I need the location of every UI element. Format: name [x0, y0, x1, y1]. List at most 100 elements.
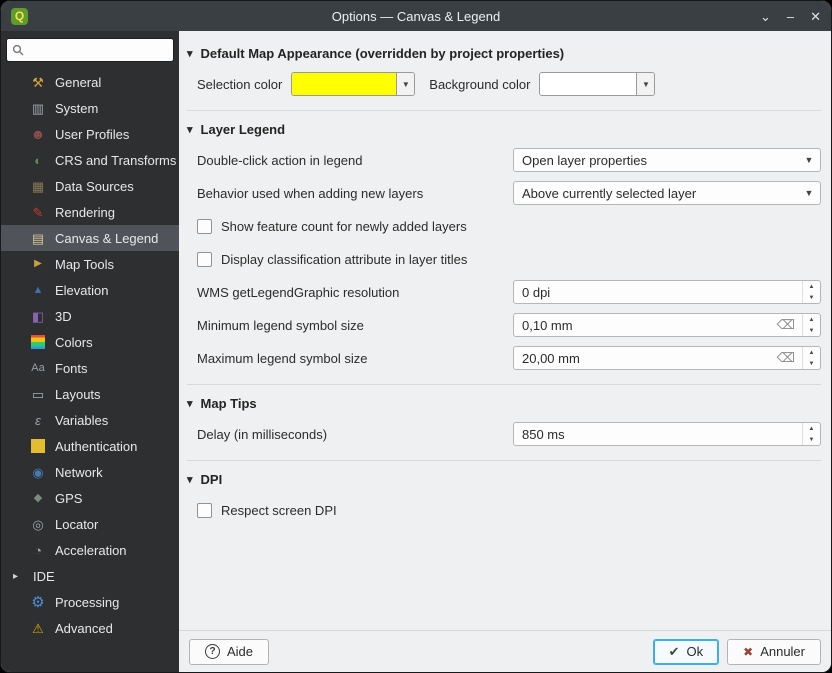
feature-count-label: Show feature count for newly added layer…	[221, 218, 467, 234]
spin-down-icon[interactable]: ▼	[803, 292, 820, 303]
section-default-map-appearance: ▾ Default Map Appearance (overridden by …	[187, 35, 821, 110]
add-layer-behavior-combobox[interactable]: Above currently selected layer ▼	[513, 181, 821, 205]
sidebar-item-map-tools[interactable]: Map Tools	[1, 251, 179, 277]
chevron-down-icon[interactable]: ▼	[396, 73, 415, 95]
spin-down-icon[interactable]: ▼	[803, 358, 820, 369]
chevron-down-icon: ▼	[804, 188, 814, 198]
elevation-icon	[29, 281, 47, 299]
close-icon[interactable]: ✕	[810, 10, 821, 23]
sidebar-item-fonts[interactable]: Fonts	[1, 355, 179, 381]
sidebar-item-3d[interactable]: 3D	[1, 303, 179, 329]
gear-icon	[29, 593, 47, 611]
titlebar[interactable]: Q Options — Canvas & Legend ⌄ – ✕	[1, 1, 831, 31]
collapse-arrow-icon[interactable]: ▾	[187, 123, 193, 136]
background-color-label: Background color	[429, 76, 531, 92]
sidebar-item-variables[interactable]: Variables	[1, 407, 179, 433]
collapse-arrow-icon[interactable]: ▾	[187, 47, 193, 60]
spin-down-icon[interactable]: ▼	[803, 434, 820, 445]
sidebar-item-ide[interactable]: ▸ IDE	[1, 563, 179, 589]
classification-attribute-checkbox[interactable]	[197, 251, 212, 267]
spin-up-icon[interactable]: ▲	[803, 347, 820, 358]
check-icon: ✔	[668, 643, 680, 659]
sidebar-item-authentication[interactable]: Authentication	[1, 433, 179, 459]
spin-down-icon[interactable]: ▼	[803, 325, 820, 336]
wms-resolution-label: WMS getLegendGraphic resolution	[197, 284, 400, 300]
selection-color-label: Selection color	[197, 76, 283, 92]
section-map-tips: ▾ Map Tips Delay (in milliseconds) 850 m…	[187, 384, 821, 460]
selection-color-swatch[interactable]	[292, 73, 397, 95]
sidebar-item-rendering[interactable]: Rendering	[1, 199, 179, 225]
globe-crs-icon	[29, 151, 47, 169]
clear-icon[interactable]: ⌫	[770, 350, 802, 366]
sidebar-item-colors[interactable]: Colors	[1, 329, 179, 355]
search-icon	[12, 44, 24, 56]
collapse-arrow-icon[interactable]: ▾	[187, 397, 193, 410]
user-icon	[29, 125, 47, 143]
spin-up-icon[interactable]: ▲	[803, 423, 820, 434]
sidebar-item-network[interactable]: Network	[1, 459, 179, 485]
sidebar-search[interactable]	[6, 38, 174, 62]
feature-count-checkbox[interactable]	[197, 218, 212, 234]
sidebar-item-advanced[interactable]: Advanced	[1, 615, 179, 641]
selection-color-button[interactable]: ▼	[291, 72, 416, 96]
map-tools-icon	[29, 255, 47, 273]
wms-resolution-spinbox[interactable]: 0 dpi ▲ ▼	[513, 280, 821, 304]
sidebar-item-processing[interactable]: Processing	[1, 589, 179, 615]
section-header-appearance[interactable]: ▾ Default Map Appearance (overridden by …	[187, 42, 821, 72]
system-icon	[29, 99, 47, 117]
help-button[interactable]: ? Aide	[189, 638, 270, 665]
min-symbol-size-spinbox[interactable]: 0,10 mm ⌫ ▲ ▼	[513, 313, 821, 337]
cancel-button[interactable]: ✖ Annuler	[727, 638, 821, 665]
epsilon-icon	[29, 411, 47, 429]
sidebar-item-locator[interactable]: Locator	[1, 511, 179, 537]
chevron-down-icon[interactable]: ▼	[636, 73, 655, 95]
sidebar-item-crs-transforms[interactable]: CRS and Transforms	[1, 147, 179, 173]
sidebar-item-user-profiles[interactable]: User Profiles	[1, 121, 179, 147]
settings-list: General System User Profiles CRS and Tra…	[1, 69, 179, 672]
section-header-dpi[interactable]: ▾ DPI	[187, 468, 821, 498]
dialog-button-box: ? Aide ✔ Ok ✖ Annuler	[179, 630, 831, 672]
wrench-icon	[29, 73, 47, 91]
sidebar-item-general[interactable]: General	[1, 69, 179, 95]
ok-button[interactable]: ✔ Ok	[652, 638, 720, 665]
min-symbol-size-label: Minimum legend symbol size	[197, 317, 364, 333]
max-symbol-size-spinbox[interactable]: 20,00 mm ⌫ ▲ ▼	[513, 346, 821, 370]
double-click-action-label: Double-click action in legend	[197, 152, 363, 168]
sidebar-item-elevation[interactable]: Elevation	[1, 277, 179, 303]
maptip-delay-spinbox[interactable]: 850 ms ▲ ▼	[513, 422, 821, 446]
paintbrush-icon	[29, 203, 47, 221]
spin-up-icon[interactable]: ▲	[803, 281, 820, 292]
sidebar-item-data-sources[interactable]: Data Sources	[1, 173, 179, 199]
expand-arrow-icon[interactable]: ▸	[13, 571, 25, 582]
window-title: Options — Canvas & Legend	[331, 8, 501, 24]
search-input[interactable]	[28, 42, 168, 58]
section-header-layer-legend[interactable]: ▾ Layer Legend	[187, 118, 821, 148]
background-color-swatch[interactable]	[540, 73, 637, 95]
background-color-button[interactable]: ▼	[539, 72, 656, 96]
collapse-arrow-icon[interactable]: ▾	[187, 473, 193, 486]
classification-attribute-label: Display classification attribute in laye…	[221, 251, 468, 267]
map-legend-icon	[29, 229, 47, 247]
cube-3d-icon	[29, 307, 47, 325]
respect-screen-dpi-label: Respect screen DPI	[221, 502, 337, 518]
fonts-icon	[29, 359, 47, 377]
section-dpi: ▾ DPI Respect screen DPI	[187, 460, 821, 536]
lock-icon	[29, 437, 47, 455]
sidebar-item-gps[interactable]: GPS	[1, 485, 179, 511]
minimize-icon[interactable]: –	[787, 10, 794, 23]
qgis-logo: Q	[11, 7, 28, 25]
sidebar-item-system[interactable]: System	[1, 95, 179, 121]
gps-icon	[29, 489, 47, 507]
spin-up-icon[interactable]: ▲	[803, 314, 820, 325]
database-icon	[29, 177, 47, 195]
cancel-icon: ✖	[743, 644, 754, 659]
respect-screen-dpi-checkbox[interactable]	[197, 502, 212, 518]
shade-icon[interactable]: ⌄	[760, 10, 771, 23]
sidebar-item-layouts[interactable]: Layouts	[1, 381, 179, 407]
section-header-map-tips[interactable]: ▾ Map Tips	[187, 392, 821, 422]
sidebar-item-acceleration[interactable]: Acceleration	[1, 537, 179, 563]
section-title: Map Tips	[200, 396, 257, 411]
sidebar-item-canvas-legend[interactable]: Canvas & Legend	[1, 225, 179, 251]
clear-icon[interactable]: ⌫	[770, 317, 802, 333]
double-click-action-combobox[interactable]: Open layer properties ▼	[513, 148, 821, 172]
